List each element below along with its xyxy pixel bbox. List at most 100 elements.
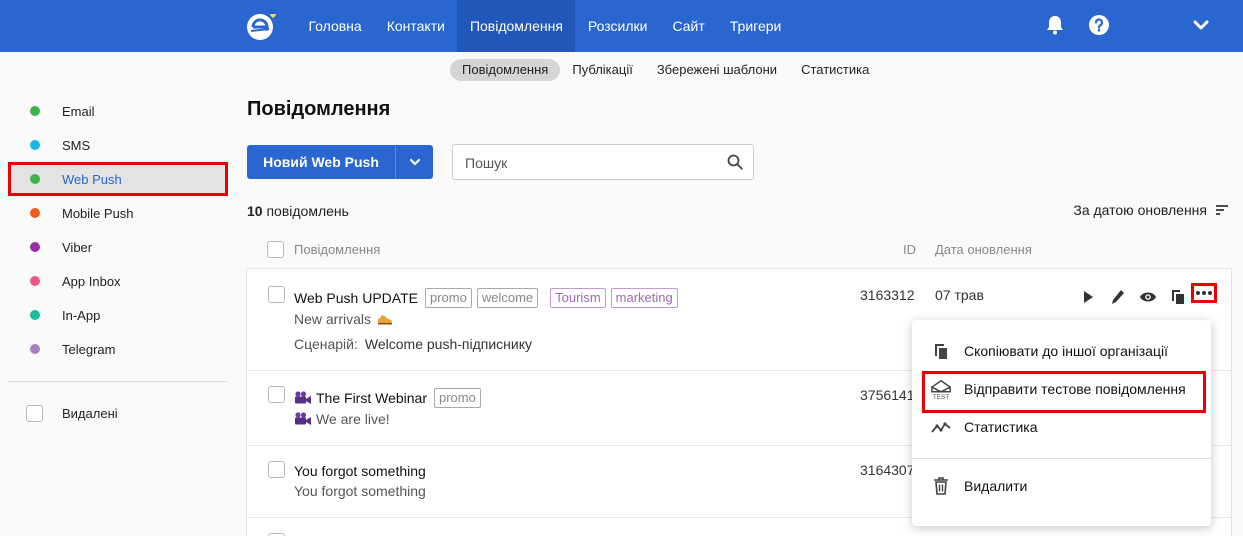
table-header: Повідомлення ID Дата оновлення	[247, 240, 1232, 260]
scenario-label: Сценарій:	[294, 336, 358, 352]
sidebar-item-label: Email	[62, 103, 95, 119]
sidebar-item-label: Mobile Push	[62, 205, 134, 221]
subnav-messages[interactable]: Повідомлення	[450, 59, 561, 81]
message-id: 3164307	[860, 462, 915, 478]
message-count-number: 10	[247, 203, 263, 219]
sidebar-item-web-push[interactable]: Web Push	[8, 162, 228, 196]
search-box	[452, 144, 754, 180]
sidebar-item-email[interactable]: Email	[8, 94, 228, 128]
nav-contacts[interactable]: Контакти	[374, 0, 457, 52]
column-header-id[interactable]: ID	[903, 242, 916, 257]
column-header-message[interactable]: Повідомлення	[294, 242, 380, 257]
search-input[interactable]	[465, 153, 715, 173]
deleted-label: Видалені	[62, 406, 118, 421]
tag[interactable]: promo	[424, 288, 472, 308]
play-icon	[1084, 291, 1093, 303]
sidebar-item-telegram[interactable]: Telegram	[8, 332, 228, 366]
trash-icon-wrap	[930, 476, 952, 496]
svg-text:TEST: TEST	[933, 394, 949, 401]
sidebar-item-label: Telegram	[62, 341, 116, 357]
sort-control[interactable]: За датою оновлення	[1073, 202, 1229, 218]
sidebar-item-in-app[interactable]: In-App	[8, 298, 228, 332]
tag[interactable]: promo	[434, 388, 481, 408]
sidebar-item-label: Viber	[62, 239, 93, 255]
sidebar-item-viber[interactable]: Viber	[8, 230, 228, 264]
nav-triggers[interactable]: Тригери	[717, 0, 794, 52]
send-button[interactable]	[1073, 287, 1103, 307]
row-checkbox[interactable]	[268, 386, 285, 403]
column-header-date[interactable]: Дата оновлення	[935, 242, 1032, 257]
message-id: 3756141	[860, 387, 915, 403]
menu-send-test-message[interactable]: TEST Відправити тестове повідомлення	[912, 371, 1211, 413]
bell-icon[interactable]	[1044, 14, 1066, 36]
sidebar-item-label: SMS	[62, 137, 91, 153]
sidebar-item-mobile-push[interactable]: Mobile Push	[8, 196, 228, 230]
app-logo[interactable]	[246, 9, 280, 43]
test-envelope-icon: TEST	[931, 379, 951, 401]
search-icon[interactable]	[727, 154, 743, 170]
select-all-checkbox[interactable]	[267, 241, 284, 258]
status-dot	[30, 174, 40, 184]
new-web-push-button[interactable]: Новий Web Push	[247, 145, 395, 179]
menu-copy-to-organization[interactable]: Скопіювати до іншої організації	[912, 333, 1211, 369]
copy-icon	[935, 344, 947, 359]
message-title-text: You forgot something	[294, 463, 426, 479]
subnav-statistics[interactable]: Статистика	[789, 59, 881, 81]
row-options-menu: Скопіювати до іншої організації TEST Від…	[912, 320, 1211, 526]
test-envelope-icon-wrap: TEST	[930, 379, 952, 401]
menu-item-label: Відправити тестове повідомлення	[964, 381, 1186, 397]
menu-statistics[interactable]: Статистика	[912, 409, 1211, 445]
chevron-down-icon[interactable]	[1190, 14, 1212, 36]
row-actions	[1073, 287, 1193, 307]
copy-button[interactable]	[1163, 287, 1193, 307]
page-title: Повідомлення	[247, 98, 391, 120]
chevron-down-icon	[409, 158, 420, 166]
copy-icon-wrap	[930, 341, 952, 361]
scenario-value[interactable]: Welcome push-підписнику	[365, 336, 532, 352]
edit-button[interactable]	[1103, 287, 1133, 307]
sidebar-divider	[8, 381, 227, 382]
status-dot	[30, 106, 40, 116]
nav-campaigns[interactable]: Розсилки	[575, 0, 660, 52]
message-title[interactable]: The First Webinar promo	[294, 388, 481, 408]
menu-delete[interactable]: Видалити	[912, 468, 1211, 504]
subnav-publications[interactable]: Публікації	[560, 59, 644, 81]
help-icon[interactable]	[1088, 14, 1110, 36]
sidebar-item-label: Web Push	[62, 171, 122, 187]
row-checkbox[interactable]	[268, 286, 285, 303]
tag[interactable]: marketing	[610, 288, 678, 308]
top-bar: Головна Контакти Повідомлення Розсилки С…	[0, 0, 1243, 52]
new-options-dropdown-button[interactable]	[396, 145, 433, 179]
copy-icon	[1172, 290, 1184, 304]
edit-icon	[1112, 290, 1124, 304]
menu-divider	[912, 458, 1211, 459]
message-title[interactable]: Web Push UPDATE promo welcome Tourism ma…	[294, 288, 678, 308]
nav-site[interactable]: Сайт	[660, 0, 717, 52]
preview-icon	[1140, 292, 1156, 302]
preview-button[interactable]	[1133, 287, 1163, 307]
message-title-text: Web Push UPDATE	[294, 290, 418, 306]
sidebar-item-sms[interactable]: SMS	[8, 128, 228, 162]
row-checkbox[interactable]	[268, 461, 285, 478]
shoe-emoji-icon	[378, 315, 393, 325]
status-dot	[30, 208, 40, 218]
deleted-checkbox[interactable]	[26, 405, 43, 422]
sort-label: За датою оновлення	[1073, 202, 1207, 218]
tag[interactable]: welcome	[476, 288, 539, 308]
message-title[interactable]: You forgot something	[294, 463, 426, 479]
video-camera-emoji-icon	[295, 412, 311, 425]
deleted-filter[interactable]: Видалені	[26, 405, 118, 422]
nav-home[interactable]: Головна	[296, 0, 374, 52]
stats-line-icon-wrap	[930, 417, 952, 437]
status-dot	[30, 344, 40, 354]
sidebar-item-app-inbox[interactable]: App Inbox	[8, 264, 228, 298]
subnav-saved-templates[interactable]: Збережені шаблони	[645, 59, 789, 81]
status-dot	[30, 140, 40, 150]
nav-messages[interactable]: Повідомлення	[457, 0, 576, 52]
message-date: 07 трав	[935, 287, 984, 303]
tag[interactable]: Tourism	[550, 288, 606, 308]
message-subtitle-text: You forgot something	[294, 483, 426, 499]
sidebar-item-label: App Inbox	[62, 273, 121, 289]
more-options-button[interactable]	[1191, 283, 1217, 303]
status-dot	[30, 242, 40, 252]
